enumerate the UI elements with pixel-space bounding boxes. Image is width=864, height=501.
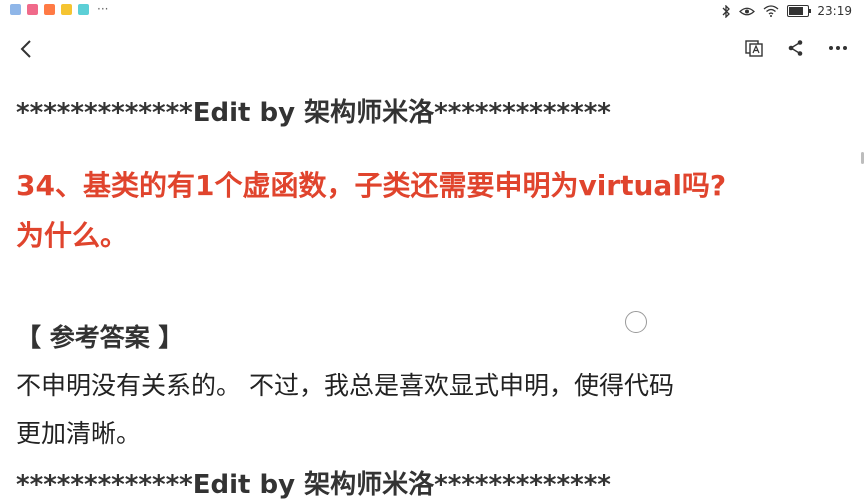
battery-icon [787,5,812,17]
eye-icon [739,7,756,15]
answer-text-line1: 不申明没有关系的。 不过，我总是喜欢显式申明，使得代码 [16,371,674,400]
translate-icon [745,40,763,57]
toolbar-actions [742,36,850,60]
question-title-line2: 为什么。 [16,219,129,252]
answer-text-line2: 更加清晰。 [16,419,142,448]
separator-bottom: *************Edit by 架构师米洛************* [16,470,611,500]
touch-indicator [625,311,647,333]
clock: 23:19 [817,4,852,18]
notification-area: ··· [10,2,109,16]
back-icon [20,40,31,58]
more-icon [829,46,847,50]
back-button[interactable] [14,36,40,62]
translate-button[interactable] [742,36,766,60]
wifi-icon [763,5,779,17]
share-button[interactable] [784,36,808,60]
map-icon [10,4,21,15]
status-bar: ··· 23:19 [0,0,864,24]
bluetooth-icon [722,4,731,18]
answer-heading: 【 参考答案 】 [16,323,184,352]
system-indicators: 23:19 [721,4,852,18]
mail-icon [27,4,38,15]
video-icon [44,4,55,15]
share-icon [788,40,803,56]
app-icon [61,4,72,15]
more-button[interactable] [826,36,850,60]
question-title-line1: 34、基类的有1个虚函数，子类还需要申明为virtual吗? [16,169,727,202]
overflow-indicator: ··· [97,2,109,16]
separator-top: *************Edit by 架构师米洛************* [16,98,611,128]
app-icon [78,4,89,15]
top-toolbar [0,30,864,66]
